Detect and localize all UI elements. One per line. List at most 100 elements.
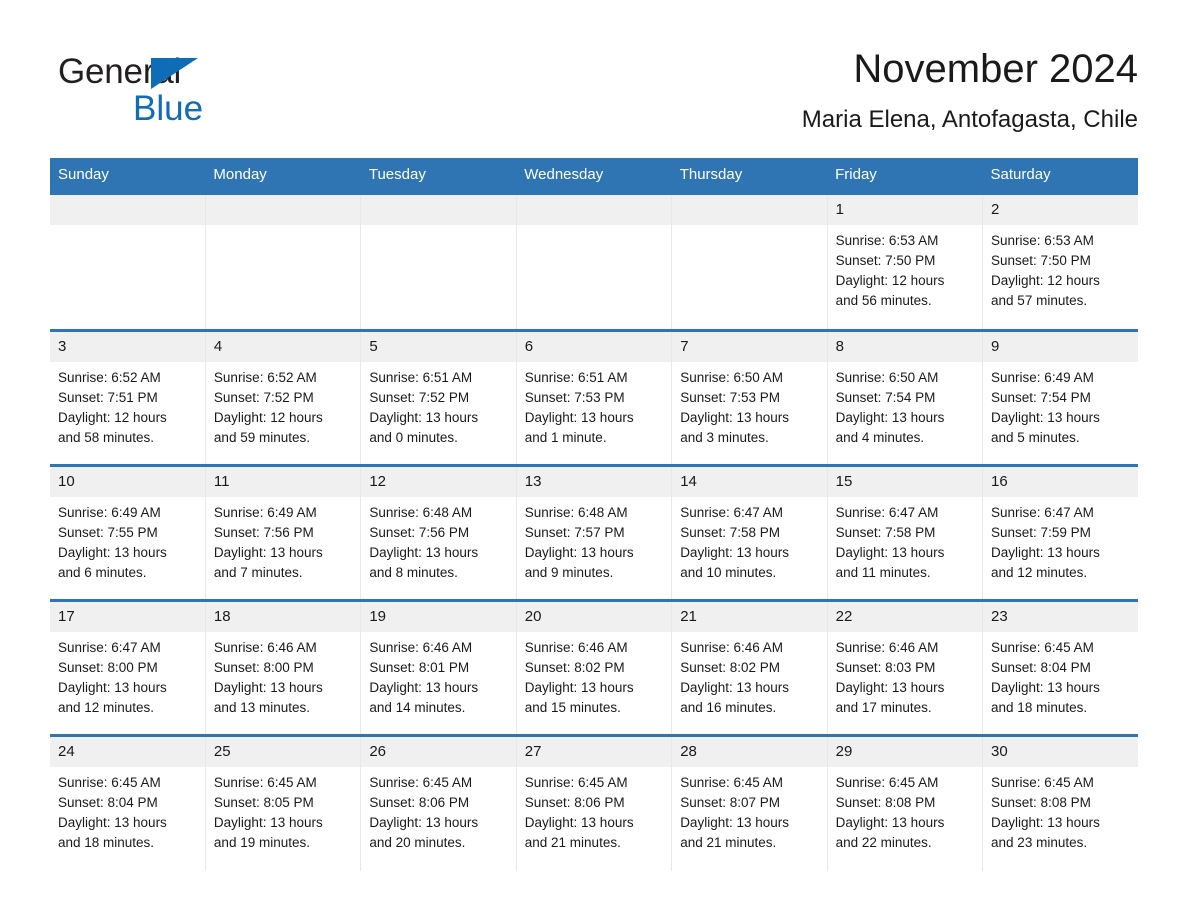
calendar-day-cell[interactable]: 16 Sunrise: 6:47 AM Sunset: 7:59 PM Dayligh… [982, 464, 1138, 601]
calendar-header-row: Sunday Monday Tuesday Wednesday Thursday… [50, 158, 1138, 194]
daylight-text-line2: and 12 minutes. [991, 565, 1088, 580]
calendar-day-cell[interactable]: 27 Sunrise: 6:45 AM Sunset: 8:06 PM Dayligh… [516, 734, 673, 871]
day-number-empty [205, 195, 361, 225]
calendar-day-cell[interactable]: 23 Sunrise: 6:45 AM Sunset: 8:04 PM Dayligh… [982, 599, 1138, 736]
day-number-empty [516, 195, 672, 225]
calendar-day-cell[interactable]: 5 Sunrise: 6:51 AM Sunset: 7:52 PM Daylight… [360, 329, 517, 466]
sunset-text: Sunset: 7:55 PM [58, 525, 158, 540]
calendar-day-cell[interactable]: 4 Sunrise: 6:52 AM Sunset: 7:52 PM Daylight… [205, 329, 362, 466]
day-number: 28 [672, 737, 827, 767]
sunset-text: Sunset: 7:51 PM [58, 390, 158, 405]
sunset-text: Sunset: 7:56 PM [213, 525, 314, 540]
calendar-day-cell[interactable]: 14 Sunrise: 6:47 AM Sunset: 7:58 PM Dayligh… [671, 464, 828, 601]
calendar-day-cell[interactable]: 8 Sunrise: 6:50 AM Sunset: 7:54 PM Daylight… [827, 329, 984, 466]
sunset-text: Sunset: 8:03 PM [835, 660, 936, 675]
calendar-cell-empty [50, 192, 206, 331]
calendar-day-cell[interactable]: 7 Sunrise: 6:50 AM Sunset: 7:53 PM Daylight… [671, 329, 828, 466]
daylight-text-line2: and 13 minutes. [213, 700, 310, 715]
day-number: 24 [50, 737, 205, 767]
calendar-week-row: 24 Sunrise: 6:45 AM Sunset: 8:04 PM Dayligh… [50, 734, 1138, 871]
sunset-text: Sunset: 7:56 PM [369, 525, 470, 540]
day-number: 1 [827, 195, 983, 225]
day-number-empty [361, 195, 516, 225]
calendar-day-cell[interactable]: 19 Sunrise: 6:46 AM Sunset: 8:01 PM Dayligh… [360, 599, 517, 736]
daylight-text-line1: Daylight: 13 hours [835, 680, 945, 695]
daylight-text-line2: and 56 minutes. [835, 293, 932, 308]
calendar-day-cell[interactable]: 13 Sunrise: 6:48 AM Sunset: 7:57 PM Dayligh… [516, 464, 673, 601]
sunrise-text: Sunrise: 6:46 AM [213, 640, 317, 655]
day-details: Sunrise: 6:47 AM Sunset: 7:58 PM Daylight:… [672, 497, 826, 583]
daylight-text-line1: Daylight: 13 hours [213, 680, 323, 695]
sunrise-text: Sunrise: 6:47 AM [835, 505, 939, 520]
daylight-text-line1: Daylight: 13 hours [369, 545, 479, 560]
sunrise-text: Sunrise: 6:45 AM [991, 775, 1094, 790]
calendar-day-cell[interactable]: 12 Sunrise: 6:48 AM Sunset: 7:56 PM Dayligh… [360, 464, 517, 601]
calendar-day-cell[interactable]: 26 Sunrise: 6:45 AM Sunset: 8:06 PM Dayligh… [360, 734, 517, 871]
day-details: Sunrise: 6:45 AM Sunset: 8:05 PM Daylight:… [206, 767, 360, 853]
calendar-day-cell[interactable]: 9 Sunrise: 6:49 AM Sunset: 7:54 PM Daylight… [982, 329, 1138, 466]
day-number: 7 [672, 332, 827, 362]
calendar-day-cell[interactable]: 11 Sunrise: 6:49 AM Sunset: 7:56 PM Dayligh… [205, 464, 362, 601]
daylight-text-line1: Daylight: 13 hours [835, 410, 945, 425]
day-details: Sunrise: 6:48 AM Sunset: 7:57 PM Daylight:… [517, 497, 671, 583]
weekday-header-friday: Friday [827, 158, 983, 194]
sunset-text: Sunset: 8:00 PM [58, 660, 158, 675]
calendar-day-cell[interactable]: 22 Sunrise: 6:46 AM Sunset: 8:03 PM Dayligh… [827, 599, 984, 736]
sunset-text: Sunset: 7:50 PM [835, 253, 936, 268]
daylight-text-line2: and 19 minutes. [213, 835, 310, 850]
calendar-day-cell[interactable]: 2 Sunrise: 6:53 AM Sunset: 7:50 PM Daylight… [982, 192, 1138, 331]
day-details: Sunrise: 6:47 AM Sunset: 8:00 PM Daylight:… [50, 632, 205, 718]
calendar-day-cell[interactable]: 20 Sunrise: 6:46 AM Sunset: 8:02 PM Dayligh… [516, 599, 673, 736]
calendar-day-cell[interactable]: 21 Sunrise: 6:46 AM Sunset: 8:02 PM Dayligh… [671, 599, 828, 736]
daylight-text-line1: Daylight: 13 hours [680, 815, 789, 830]
day-number: 14 [672, 467, 827, 497]
weekday-header-saturday: Saturday [982, 158, 1138, 194]
calendar-day-cell[interactable]: 3 Sunrise: 6:52 AM Sunset: 7:51 PM Daylight… [50, 329, 206, 466]
weekday-header-tuesday: Tuesday [360, 158, 517, 194]
daylight-text-line1: Daylight: 13 hours [524, 815, 634, 830]
calendar-day-cell[interactable]: 17 Sunrise: 6:47 AM Sunset: 8:00 PM Dayligh… [50, 599, 206, 736]
sunset-text: Sunset: 8:06 PM [369, 795, 470, 810]
day-details: Sunrise: 6:52 AM Sunset: 7:52 PM Daylight:… [206, 362, 360, 448]
sunrise-text: Sunrise: 6:49 AM [58, 505, 161, 520]
calendar-cell-empty [671, 192, 828, 331]
day-details: Sunrise: 6:45 AM Sunset: 8:06 PM Daylight:… [517, 767, 671, 853]
daylight-text-line1: Daylight: 13 hours [680, 680, 789, 695]
day-details: Sunrise: 6:51 AM Sunset: 7:52 PM Daylight:… [361, 362, 515, 448]
daylight-text-line2: and 4 minutes. [835, 430, 925, 445]
daylight-text-line2: and 58 minutes. [58, 430, 155, 445]
page-subtitle: Maria Elena, Antofagasta, Chile [801, 106, 1138, 133]
day-details: Sunrise: 6:46 AM Sunset: 8:02 PM Daylight:… [517, 632, 671, 718]
calendar-day-cell[interactable]: 25 Sunrise: 6:45 AM Sunset: 8:05 PM Dayligh… [205, 734, 362, 871]
weekday-header-wednesday: Wednesday [516, 158, 672, 194]
calendar-day-cell[interactable]: 24 Sunrise: 6:45 AM Sunset: 8:04 PM Dayligh… [50, 734, 206, 871]
calendar-week-row: 3 Sunrise: 6:52 AM Sunset: 7:51 PM Daylight… [50, 329, 1138, 466]
general-blue-logo[interactable]: General Blue [58, 52, 388, 132]
sunrise-text: Sunrise: 6:45 AM [991, 640, 1094, 655]
day-number: 18 [205, 602, 361, 632]
daylight-text-line2: and 59 minutes. [213, 430, 310, 445]
day-number-empty [672, 195, 827, 225]
sunset-text: Sunset: 7:54 PM [835, 390, 936, 405]
day-number: 25 [205, 737, 361, 767]
calendar-day-cell[interactable]: 18 Sunrise: 6:46 AM Sunset: 8:00 PM Dayligh… [205, 599, 362, 736]
sunrise-text: Sunrise: 6:48 AM [369, 505, 473, 520]
daylight-text-line1: Daylight: 13 hours [991, 410, 1100, 425]
calendar-day-cell[interactable]: 10 Sunrise: 6:49 AM Sunset: 7:55 PM Dayligh… [50, 464, 206, 601]
day-details: Sunrise: 6:52 AM Sunset: 7:51 PM Daylight:… [50, 362, 205, 448]
day-details: Sunrise: 6:53 AM Sunset: 7:50 PM Daylight:… [983, 225, 1138, 311]
daylight-text-line2: and 10 minutes. [680, 565, 777, 580]
calendar-day-cell[interactable]: 30 Sunrise: 6:45 AM Sunset: 8:08 PM Dayligh… [982, 734, 1138, 871]
daylight-text-line1: Daylight: 13 hours [58, 815, 167, 830]
day-details: Sunrise: 6:45 AM Sunset: 8:04 PM Daylight:… [983, 632, 1138, 718]
day-number: 11 [205, 467, 361, 497]
sunset-text: Sunset: 8:02 PM [680, 660, 780, 675]
sunrise-text: Sunrise: 6:45 AM [213, 775, 317, 790]
calendar-day-cell[interactable]: 1 Sunrise: 6:53 AM Sunset: 7:50 PM Daylight… [827, 192, 984, 331]
calendar-day-cell[interactable]: 6 Sunrise: 6:51 AM Sunset: 7:53 PM Daylight… [516, 329, 673, 466]
calendar-day-cell[interactable]: 29 Sunrise: 6:45 AM Sunset: 8:08 PM Dayligh… [827, 734, 984, 871]
calendar-day-cell[interactable]: 15 Sunrise: 6:47 AM Sunset: 7:58 PM Dayligh… [827, 464, 984, 601]
calendar-day-cell[interactable]: 28 Sunrise: 6:45 AM Sunset: 8:07 PM Dayligh… [671, 734, 828, 871]
daylight-text-line1: Daylight: 13 hours [58, 545, 167, 560]
daylight-text-line2: and 9 minutes. [524, 565, 614, 580]
